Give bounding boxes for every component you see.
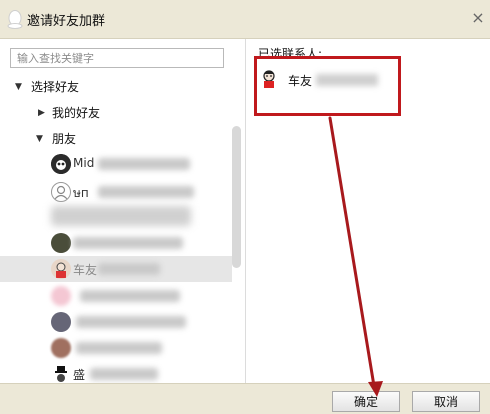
blurred-text bbox=[98, 186, 194, 198]
avatar bbox=[51, 154, 71, 174]
blurred-text bbox=[73, 237, 183, 249]
blurred-row bbox=[51, 206, 191, 226]
group-label: 我的好友 bbox=[52, 106, 101, 120]
chevron-down-icon[interactable]: ▼ bbox=[15, 74, 22, 100]
blurred-text bbox=[76, 342, 162, 354]
avatar bbox=[51, 182, 71, 202]
group-friends[interactable]: ▼ 朋友 bbox=[0, 126, 232, 152]
annotation-highlight-box bbox=[254, 56, 401, 116]
blurred-text bbox=[98, 263, 160, 275]
friend-name: 盛 bbox=[73, 368, 86, 382]
avatar bbox=[51, 259, 71, 279]
friend-row[interactable] bbox=[0, 283, 232, 309]
friend-row[interactable] bbox=[0, 335, 232, 361]
friend-name: 车友 bbox=[73, 263, 98, 277]
cancel-button[interactable]: 取消 bbox=[412, 391, 480, 412]
chevron-right-icon[interactable]: ▶ bbox=[38, 100, 45, 126]
friend-name: ษп bbox=[73, 186, 89, 200]
tree-root[interactable]: ▼ 选择好友 bbox=[0, 74, 232, 100]
avatar bbox=[51, 364, 71, 384]
friend-row[interactable]: Mid bbox=[0, 151, 232, 177]
tree-root-label: 选择好友 bbox=[31, 80, 80, 94]
close-icon[interactable]: × bbox=[470, 9, 486, 27]
qq-penguin-icon bbox=[7, 10, 23, 29]
ok-button[interactable]: 确定 bbox=[332, 391, 400, 412]
avatar bbox=[51, 233, 71, 253]
blurred-text bbox=[80, 290, 180, 302]
blurred-text bbox=[90, 368, 158, 380]
group-my-friends[interactable]: ▶ 我的好友 bbox=[0, 100, 232, 126]
avatar bbox=[51, 312, 71, 332]
friend-row-selected[interactable]: 车友 bbox=[0, 256, 232, 282]
window-title: 邀请好友加群 bbox=[27, 14, 106, 29]
blurred-text bbox=[98, 158, 190, 170]
friend-row[interactable] bbox=[0, 309, 232, 335]
friend-name: Mid bbox=[73, 156, 95, 170]
scrollbar-thumb[interactable] bbox=[232, 126, 241, 268]
search-input[interactable] bbox=[10, 48, 224, 68]
blurred-text bbox=[76, 316, 186, 328]
friend-picker-pane: ▼ 选择好友 ▶ 我的好友 ▼ 朋友 Mid ษп 车友 bbox=[0, 39, 245, 384]
chevron-down-icon[interactable]: ▼ bbox=[36, 126, 43, 152]
group-label: 朋友 bbox=[52, 132, 77, 146]
avatar bbox=[51, 286, 71, 306]
title-bar: 邀请好友加群 × bbox=[0, 0, 490, 39]
friend-row[interactable] bbox=[0, 230, 232, 256]
avatar bbox=[51, 338, 71, 358]
friend-row[interactable]: ษп bbox=[0, 179, 232, 205]
